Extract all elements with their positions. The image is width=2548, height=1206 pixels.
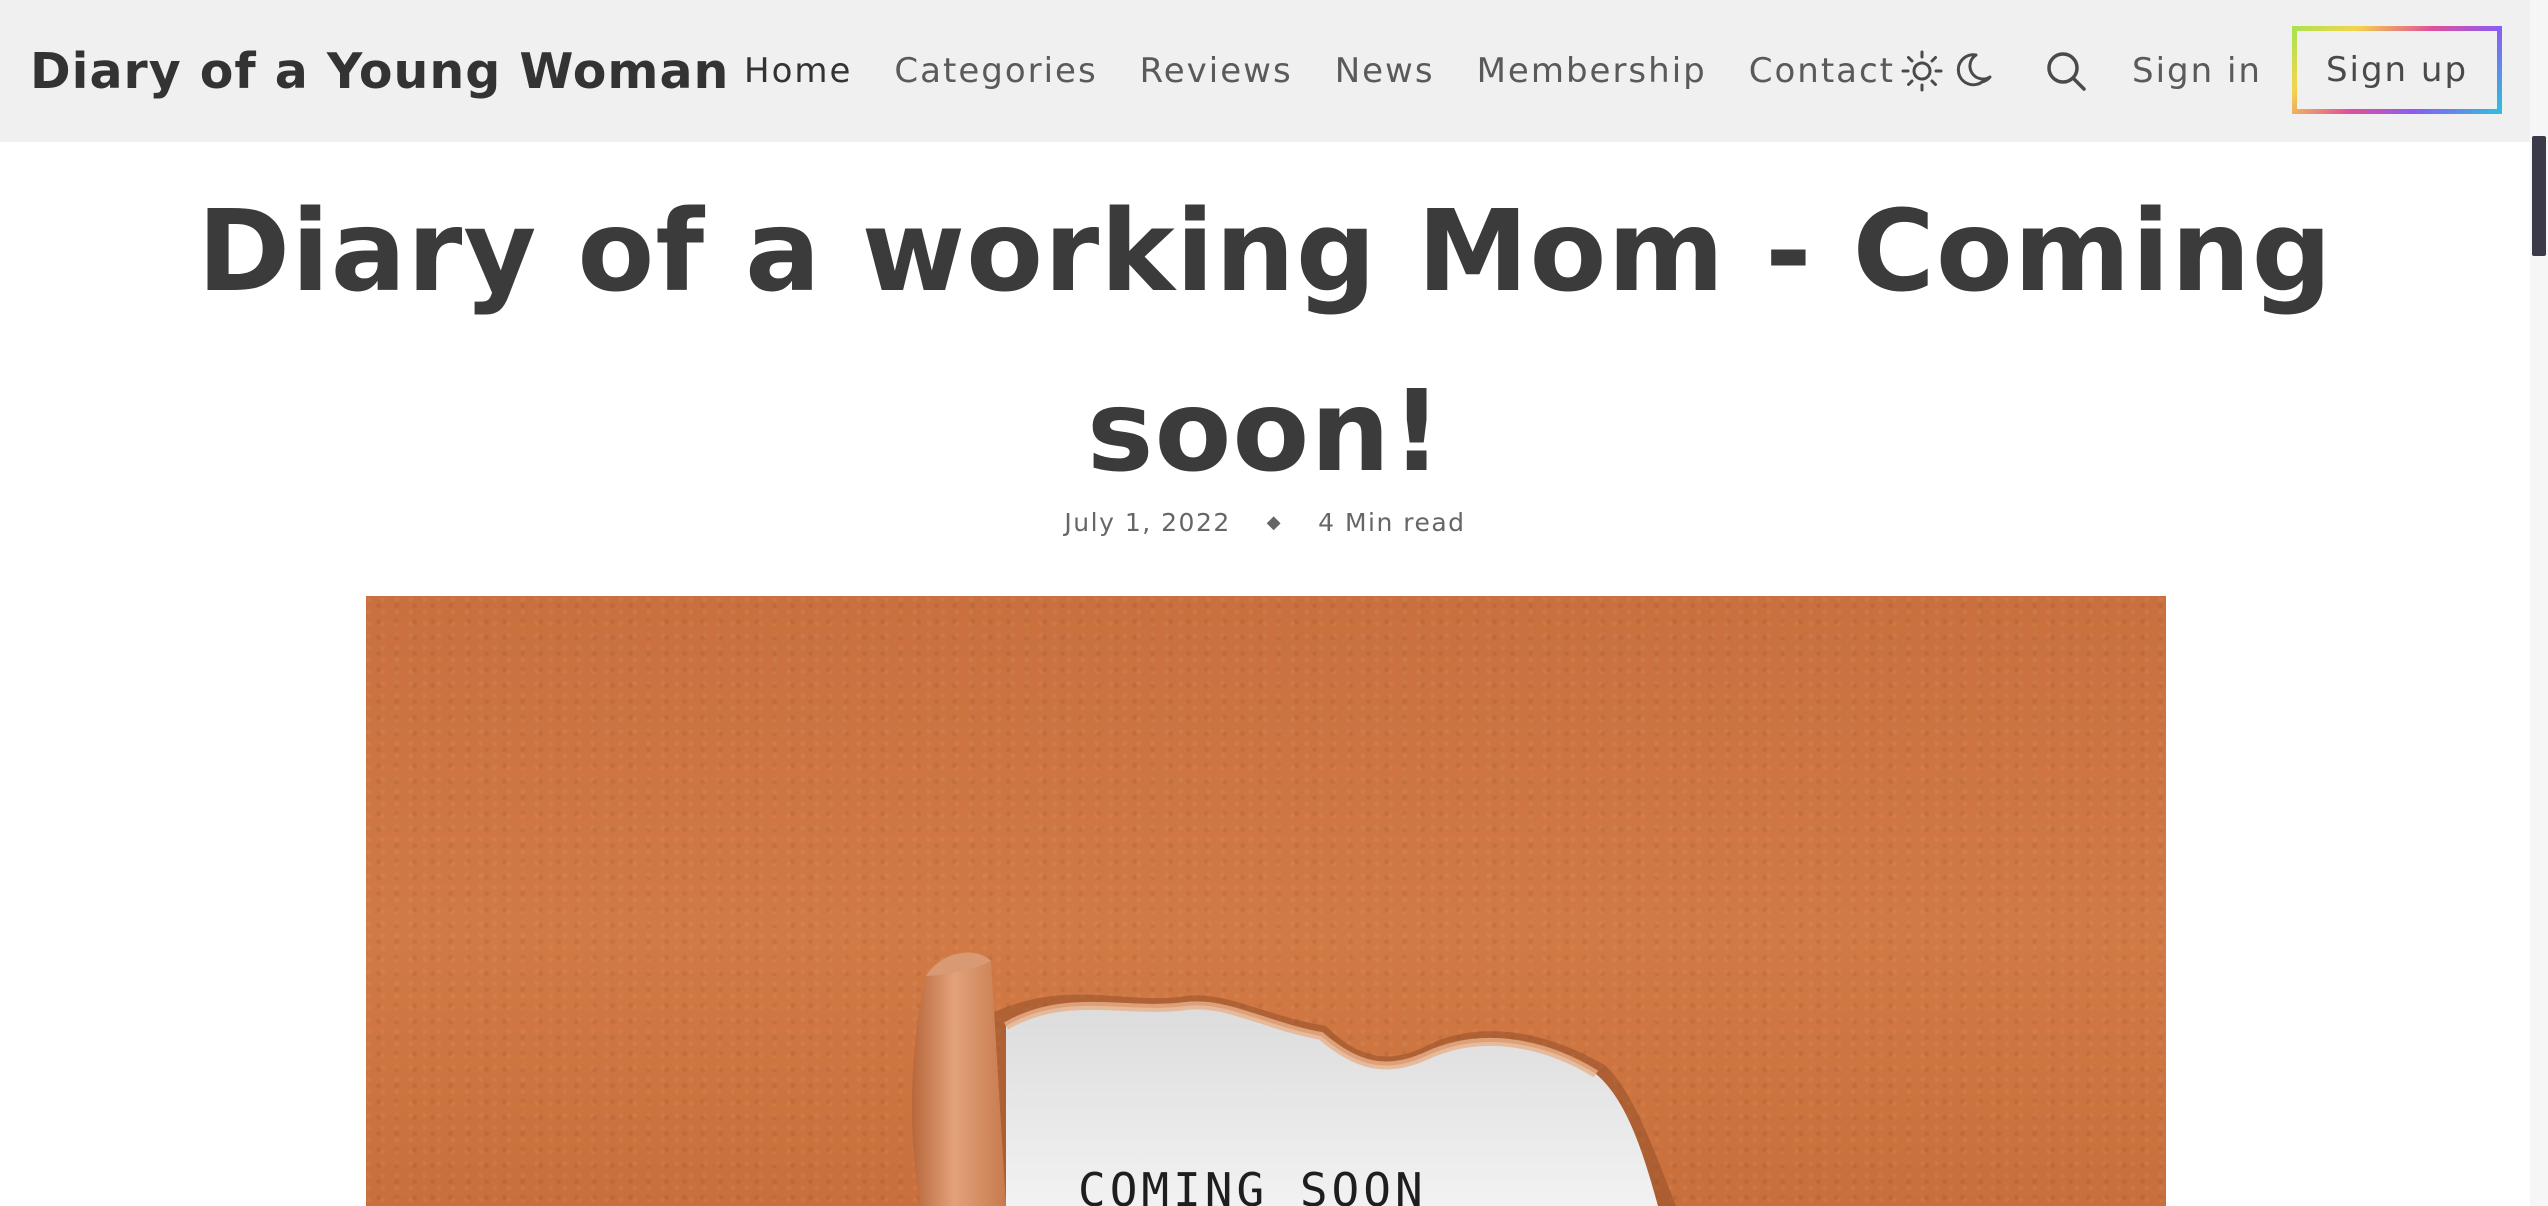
nav-item-reviews[interactable]: Reviews (1140, 51, 1293, 91)
nav-item-categories[interactable]: Categories (894, 51, 1097, 91)
nav-item-contact[interactable]: Contact (1749, 51, 1895, 91)
scrollbar-thumb[interactable] (2532, 136, 2546, 256)
search-icon (2047, 52, 2086, 91)
site-header: Diary of a Young Woman Home Categories R… (0, 0, 2530, 142)
signup-button[interactable]: Sign up (2292, 26, 2502, 114)
sun-icon[interactable] (1900, 49, 1944, 93)
site-logo[interactable]: Diary of a Young Woman (30, 0, 729, 142)
article-meta: July 1, 2022 ◆ 4 Min read (0, 508, 2530, 537)
article-read-time: 4 Min read (1318, 508, 1466, 537)
theme-toggle[interactable] (1900, 44, 1996, 98)
nav-item-home[interactable]: Home (744, 51, 852, 91)
nav-item-news[interactable]: News (1335, 51, 1435, 91)
hero-coming-soon-text: COMING SOON (1078, 1163, 1427, 1206)
page-scrollbar[interactable] (2530, 0, 2548, 1206)
hero-image: COMING SOON (366, 596, 2166, 1206)
article-title: Diary of a working Mom - Coming soon! (197, 187, 2333, 497)
article-date: July 1, 2022 (1064, 508, 1231, 537)
main-nav: Home Categories Reviews News Membership … (744, 0, 1895, 142)
meta-separator: ◆ (1266, 512, 1283, 533)
moon-icon[interactable] (1952, 49, 1996, 93)
nav-item-membership[interactable]: Membership (1477, 51, 1707, 91)
torn-paper-illustration: COMING SOON (911, 952, 1676, 1206)
search-button[interactable] (2044, 44, 2088, 98)
signin-link[interactable]: Sign in (2132, 0, 2262, 142)
